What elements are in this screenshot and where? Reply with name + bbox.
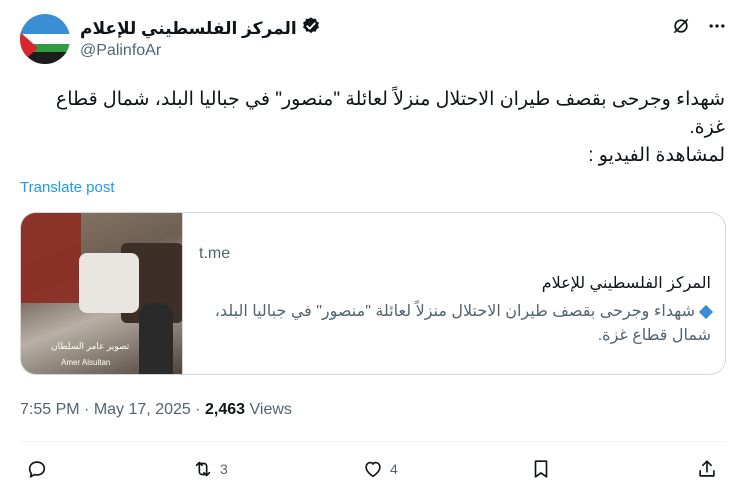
avatar-wedge-red bbox=[20, 32, 38, 64]
meta-separator: · bbox=[84, 401, 94, 418]
heart-icon bbox=[362, 458, 384, 480]
card-title: المركز الفلسطيني للإعلام bbox=[541, 275, 711, 292]
translate-post-link[interactable]: Translate post bbox=[20, 179, 115, 196]
thumb-caption-en: Amer Alsultan bbox=[61, 358, 111, 367]
divider bbox=[20, 441, 727, 442]
tweet-time[interactable]: 7:55 PM bbox=[20, 401, 80, 418]
views-label: Views bbox=[249, 401, 292, 418]
thumb-fire-truck bbox=[21, 213, 81, 303]
tweet-meta: 7:55 PM · May 17, 2025 · 2,463 Views bbox=[20, 401, 292, 419]
card-domain: t.me bbox=[199, 245, 231, 262]
card-description: شهداء وجرحى بقصف طيران الاحتلال منزلاً ل… bbox=[199, 300, 714, 348]
display-name[interactable]: المركز الفلسطيني للإعلام bbox=[80, 19, 297, 39]
avatar[interactable] bbox=[20, 14, 70, 64]
author-name-row[interactable]: المركز الفلسطيني للإعلام bbox=[80, 16, 321, 41]
bookmark-button[interactable] bbox=[530, 458, 552, 480]
card-description-text: شهداء وجرحى بقصف طيران الاحتلال منزلاً ل… bbox=[214, 303, 711, 344]
blue-diamond-icon bbox=[698, 304, 714, 319]
repost-count: 3 bbox=[220, 461, 228, 477]
tweet-header: المركز الفلسطيني للإعلام @PalinfoAr bbox=[20, 14, 727, 68]
tweet-text: شهداء وجرحى بقصف طيران الاحتلال منزلاً ل… bbox=[20, 86, 725, 170]
action-bar: 3 4 bbox=[20, 458, 727, 488]
author-handle[interactable]: @PalinfoAr bbox=[80, 42, 161, 60]
reply-icon bbox=[26, 458, 48, 480]
grok-icon[interactable] bbox=[671, 16, 691, 36]
header-actions bbox=[671, 16, 727, 36]
thumb-caption-ar: تصوير عامر السلطان bbox=[51, 341, 130, 351]
repost-icon bbox=[192, 458, 214, 480]
thumb-car bbox=[79, 253, 139, 313]
more-icon[interactable] bbox=[707, 16, 727, 36]
tweet-text-line: شهداء وجرحى بقصف طيران الاحتلال منزلاً ل… bbox=[55, 89, 725, 138]
share-icon bbox=[696, 458, 718, 480]
verified-badge-icon bbox=[301, 16, 321, 41]
link-preview-card[interactable]: تصوير عامر السلطان Amer Alsultan t.me ال… bbox=[20, 212, 726, 375]
reply-button[interactable] bbox=[26, 458, 54, 480]
share-button[interactable] bbox=[696, 458, 718, 480]
tweet-text-line: لمشاهدة الفيديو : bbox=[588, 145, 725, 166]
like-button[interactable]: 4 bbox=[362, 458, 398, 480]
repost-button[interactable]: 3 bbox=[192, 458, 228, 480]
card-thumbnail[interactable]: تصوير عامر السلطان Amer Alsultan bbox=[21, 213, 183, 374]
meta-separator: · bbox=[195, 401, 206, 418]
bookmark-icon bbox=[530, 458, 552, 480]
views-count: 2,463 bbox=[205, 401, 246, 418]
thumb-person bbox=[139, 303, 173, 374]
tweet-date[interactable]: May 17, 2025 bbox=[94, 401, 191, 418]
like-count: 4 bbox=[390, 461, 398, 477]
